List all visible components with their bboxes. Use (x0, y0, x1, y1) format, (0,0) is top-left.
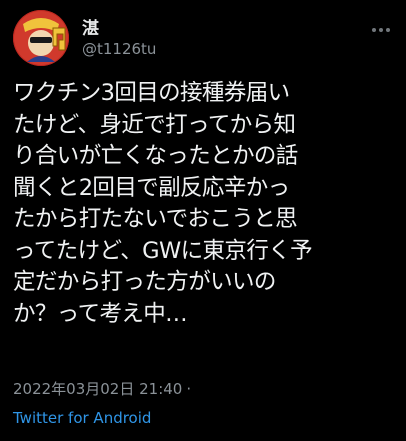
meta-separator: · (186, 380, 192, 398)
avatar[interactable] (13, 10, 69, 66)
tweet-text: ワクチン3回目の接種券届い たけど、身近で打ってから知 り合いが亡くなったとかの… (13, 78, 397, 330)
tweet-text-line: ワクチン3回目の接種券届い (13, 80, 290, 106)
tweet-text-line: 定だから打った方がいいの (13, 269, 276, 295)
tweet-text-line: たけど、身近で打ってから知 (13, 111, 296, 138)
tweet-text-line: たから打たないでおこうと思 (13, 206, 298, 232)
tweet-text-line: 聞くと2回目で副反応辛かっ (13, 174, 290, 201)
tweet-text-line: か？って考え中… (13, 300, 188, 327)
timestamp[interactable]: 2022年03月02日 21:40 (13, 380, 182, 398)
dot (372, 28, 376, 32)
source-link[interactable]: Twitter for Android (13, 409, 151, 427)
display-name[interactable]: 湛 (82, 14, 99, 39)
user-handle[interactable]: @t1126tu (82, 40, 156, 58)
tweet-meta: 2022年03月02日 21:40 · (13, 378, 191, 399)
tweet-detail: 湛 @t1126tu ワクチン3回目の接種券届い たけど、身近で打ってから知 り… (0, 0, 406, 441)
avatar-image (13, 10, 69, 66)
tweet-text-line: ってたけど、GWに東京行く予 (13, 237, 313, 264)
more-options-icon[interactable] (371, 26, 391, 34)
dot (379, 28, 383, 32)
dot (386, 28, 390, 32)
tweet-text-line: り合いが亡くなったとかの話 (13, 143, 298, 169)
